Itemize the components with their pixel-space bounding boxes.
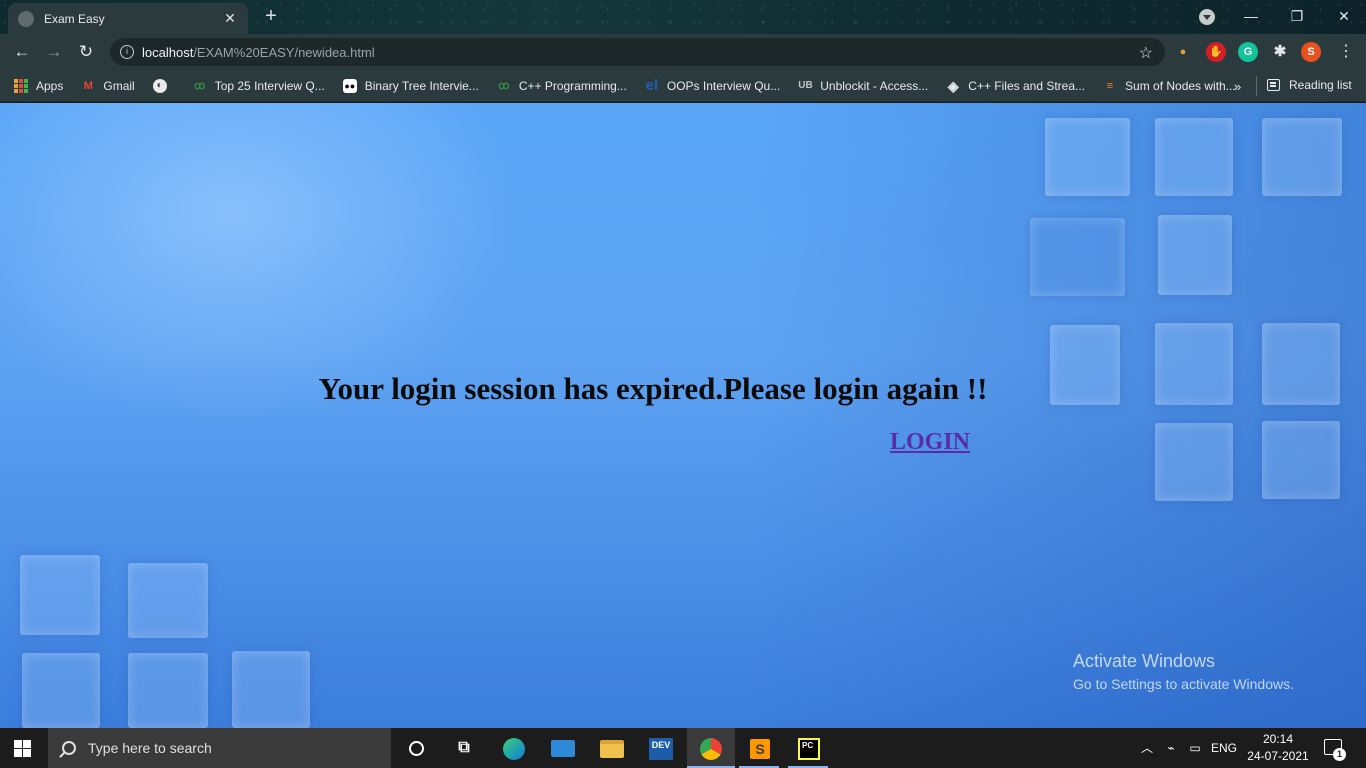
session-expired-message: Your login session has expired.Please lo… — [318, 371, 988, 406]
search-icon — [62, 741, 76, 755]
dev-cpp-icon[interactable]: DEV — [648, 736, 674, 760]
network-icon[interactable]: ⌁ — [1161, 728, 1181, 768]
login-link[interactable]: LOGIN — [890, 429, 970, 456]
reload-icon[interactable]: ↻ — [74, 41, 98, 63]
browser-toolbar: ← → ↻ i localhost/EXAM%20EASY/newidea.ht… — [0, 34, 1366, 70]
wallpaper-pane — [128, 653, 208, 728]
wallpaper-pane — [1155, 423, 1233, 501]
puzzle-extensions-icon[interactable]: ✱ — [1270, 42, 1290, 62]
tab-search-icon[interactable] — [1199, 9, 1215, 25]
wallpaper-pane — [232, 651, 310, 728]
ub-icon: UB — [798, 79, 813, 91]
bookmark-apps[interactable]: Apps — [14, 78, 63, 93]
gmail-icon: M — [83, 79, 93, 92]
windows-start-icon[interactable] — [14, 740, 31, 757]
reading-list-icon — [1267, 79, 1280, 91]
page-body: Your login session has expired.Please lo… — [0, 103, 1366, 728]
bookmark-cpp-programming[interactable]: ꝏ C++ Programming... — [497, 79, 627, 93]
bookmark-unblockit[interactable]: UB Unblockit - Access... — [798, 79, 928, 93]
bookmark-gmail[interactable]: M Gmail — [81, 79, 135, 93]
bookmark-globe[interactable]: ◐ — [152, 78, 175, 93]
browser-titlebar: Exam Easy ✕ + — ❐ ✕ — [0, 0, 1366, 34]
wallpaper-pane — [20, 555, 100, 635]
minimize-icon[interactable]: — — [1241, 6, 1261, 26]
browser-tab-exam-easy[interactable]: Exam Easy ✕ — [8, 3, 248, 34]
activate-windows-watermark: Activate Windows Go to Settings to activ… — [1073, 651, 1294, 692]
bookmark-star-icon[interactable]: ☆ — [1139, 43, 1153, 63]
tab-close-icon[interactable]: ✕ — [222, 10, 238, 27]
reading-list-button[interactable]: Reading list — [1267, 78, 1352, 92]
grammarly-extension-icon[interactable]: G — [1238, 42, 1258, 62]
task-view-icon[interactable]: ⧉ — [451, 736, 477, 760]
lightbulb-extension-icon[interactable]: ● — [1173, 42, 1193, 62]
globe-icon: ◐ — [152, 78, 167, 93]
bookmark-cpp-files[interactable]: ◈ C++ Files and Strea... — [946, 79, 1085, 93]
clock-time: 20:14 — [1262, 732, 1294, 746]
search-placeholder: Type here to search — [88, 740, 212, 756]
language-indicator[interactable]: ENG — [1210, 728, 1238, 768]
stack-icon: ≡ — [1106, 79, 1114, 92]
notification-count-badge: 1 — [1333, 748, 1346, 761]
window-close-icon[interactable]: ✕ — [1334, 6, 1354, 26]
profile-avatar[interactable]: S — [1301, 42, 1321, 62]
apps-grid-icon — [14, 78, 28, 93]
medium-icon: ●● — [342, 78, 357, 93]
geeksforgeeks-icon: ꝏ — [194, 79, 206, 92]
clock-date: 24-07-2021 — [1247, 749, 1309, 763]
chrome-icon[interactable] — [698, 736, 724, 760]
el-icon: el — [645, 76, 659, 94]
wallpaper-pane — [1262, 118, 1342, 196]
cortana-icon[interactable] — [403, 736, 429, 760]
system-clock[interactable]: 20:14 24-07-2021 — [1242, 731, 1314, 765]
battery-icon[interactable]: ▭ — [1186, 728, 1204, 768]
adblock-extension-icon[interactable]: ✋ — [1206, 42, 1226, 62]
globe-favicon-icon — [18, 10, 34, 27]
bookmark-top-25-interview[interactable]: ꝏ Top 25 Interview Q... — [193, 79, 325, 93]
geeksforgeeks-icon: ꝏ — [498, 79, 510, 92]
activate-windows-subtitle: Go to Settings to activate Windows. — [1073, 676, 1294, 692]
new-tab-button[interactable]: + — [260, 6, 282, 28]
bookmarks-divider — [1256, 76, 1257, 96]
wallpaper-pane — [1155, 118, 1233, 196]
bookmarks-bar: Apps M Gmail ◐ ꝏ Top 25 Interview Q... ●… — [0, 70, 1366, 102]
restore-icon[interactable]: ❐ — [1287, 6, 1307, 26]
file-explorer-icon[interactable] — [599, 736, 625, 760]
wallpaper-pane — [128, 563, 208, 638]
wallpaper-pane — [1158, 215, 1232, 295]
url-path: /EXAM%20EASY/newidea.html — [193, 44, 375, 60]
tray-overflow-icon[interactable]: ︿ — [1140, 728, 1154, 768]
forward-arrow-icon[interactable]: → — [42, 41, 66, 63]
url-host: localhost — [142, 44, 194, 60]
wallpaper-pane — [1262, 421, 1340, 499]
bookmark-oops-interview[interactable]: el OOPs Interview Qu... — [645, 76, 781, 94]
activate-windows-title: Activate Windows — [1073, 651, 1216, 671]
wallpaper-pane — [1045, 118, 1130, 196]
diamond-icon: ◈ — [947, 77, 959, 94]
address-bar[interactable]: i localhost/EXAM%20EASY/newidea.html ☆ — [110, 38, 1165, 66]
taskbar-search-input[interactable]: Type here to search — [48, 728, 391, 768]
tab-title: Exam Easy — [44, 11, 105, 26]
menu-kebab-icon[interactable]: ⋮ — [1338, 42, 1354, 62]
back-arrow-icon[interactable]: ← — [10, 41, 34, 63]
bookmark-binary-tree[interactable]: ●● Binary Tree Intervie... — [342, 78, 479, 93]
pycharm-icon[interactable]: PC — [796, 736, 822, 760]
bookmark-sum-of-nodes[interactable]: ≡ Sum of Nodes with... — [1103, 79, 1236, 93]
mail-icon[interactable] — [550, 736, 576, 760]
edge-icon[interactable] — [501, 736, 527, 760]
sublime-text-icon[interactable]: S — [747, 736, 773, 760]
bookmarks-overflow-icon[interactable]: » — [1234, 79, 1241, 94]
wallpaper-pane — [22, 653, 100, 728]
site-info-icon[interactable]: i — [120, 45, 134, 59]
windows-taskbar: Type here to search ⧉ DEV S PC ︿ ⌁ ▭ ENG… — [0, 728, 1366, 768]
wallpaper-pane — [1030, 218, 1125, 296]
